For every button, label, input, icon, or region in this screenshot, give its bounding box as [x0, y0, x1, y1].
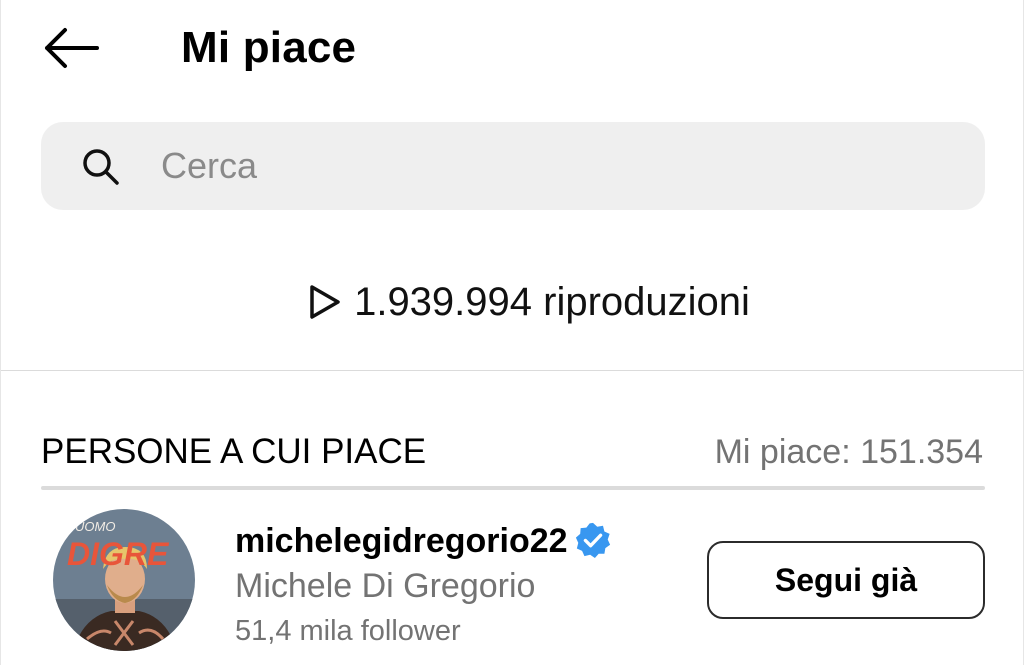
- header: Mi piace: [1, 0, 1023, 100]
- plays-text: 1.939.994 riproduzioni: [354, 280, 750, 324]
- play-icon: [310, 285, 340, 319]
- search-input[interactable]: [161, 140, 961, 192]
- avatar[interactable]: UOMO DIGRE: [53, 509, 195, 651]
- verified-badge-icon: [575, 522, 611, 559]
- divider: [1, 370, 1023, 371]
- user-row[interactable]: UOMO DIGRE michelegidregorio22 Michele D…: [41, 505, 985, 665]
- full-name: Michele Di Gregorio: [235, 567, 536, 605]
- plays-count: 1.939.994 riproduzioni: [1, 272, 1023, 332]
- search-icon: [83, 149, 119, 185]
- follower-count: 51,4 mila follower: [235, 615, 461, 647]
- section-divider: [41, 486, 985, 490]
- avatar-logo-main: DIGRE: [67, 536, 170, 572]
- section-title: PERSONE A CUI PIACE: [41, 432, 427, 471]
- page: Mi piace 1.939.994 riproduzioni PERSONE …: [0, 0, 1024, 665]
- page-title: Mi piace: [181, 23, 357, 72]
- arrow-left-icon: [45, 28, 99, 68]
- following-button[interactable]: Segui già: [707, 541, 985, 619]
- likes-count: Mi piace: 151.354: [714, 433, 983, 471]
- username[interactable]: michelegidregorio22: [235, 519, 568, 563]
- avatar-logo-top: UOMO: [75, 519, 115, 534]
- back-button[interactable]: [37, 20, 105, 76]
- avatar-image: UOMO DIGRE: [53, 509, 195, 651]
